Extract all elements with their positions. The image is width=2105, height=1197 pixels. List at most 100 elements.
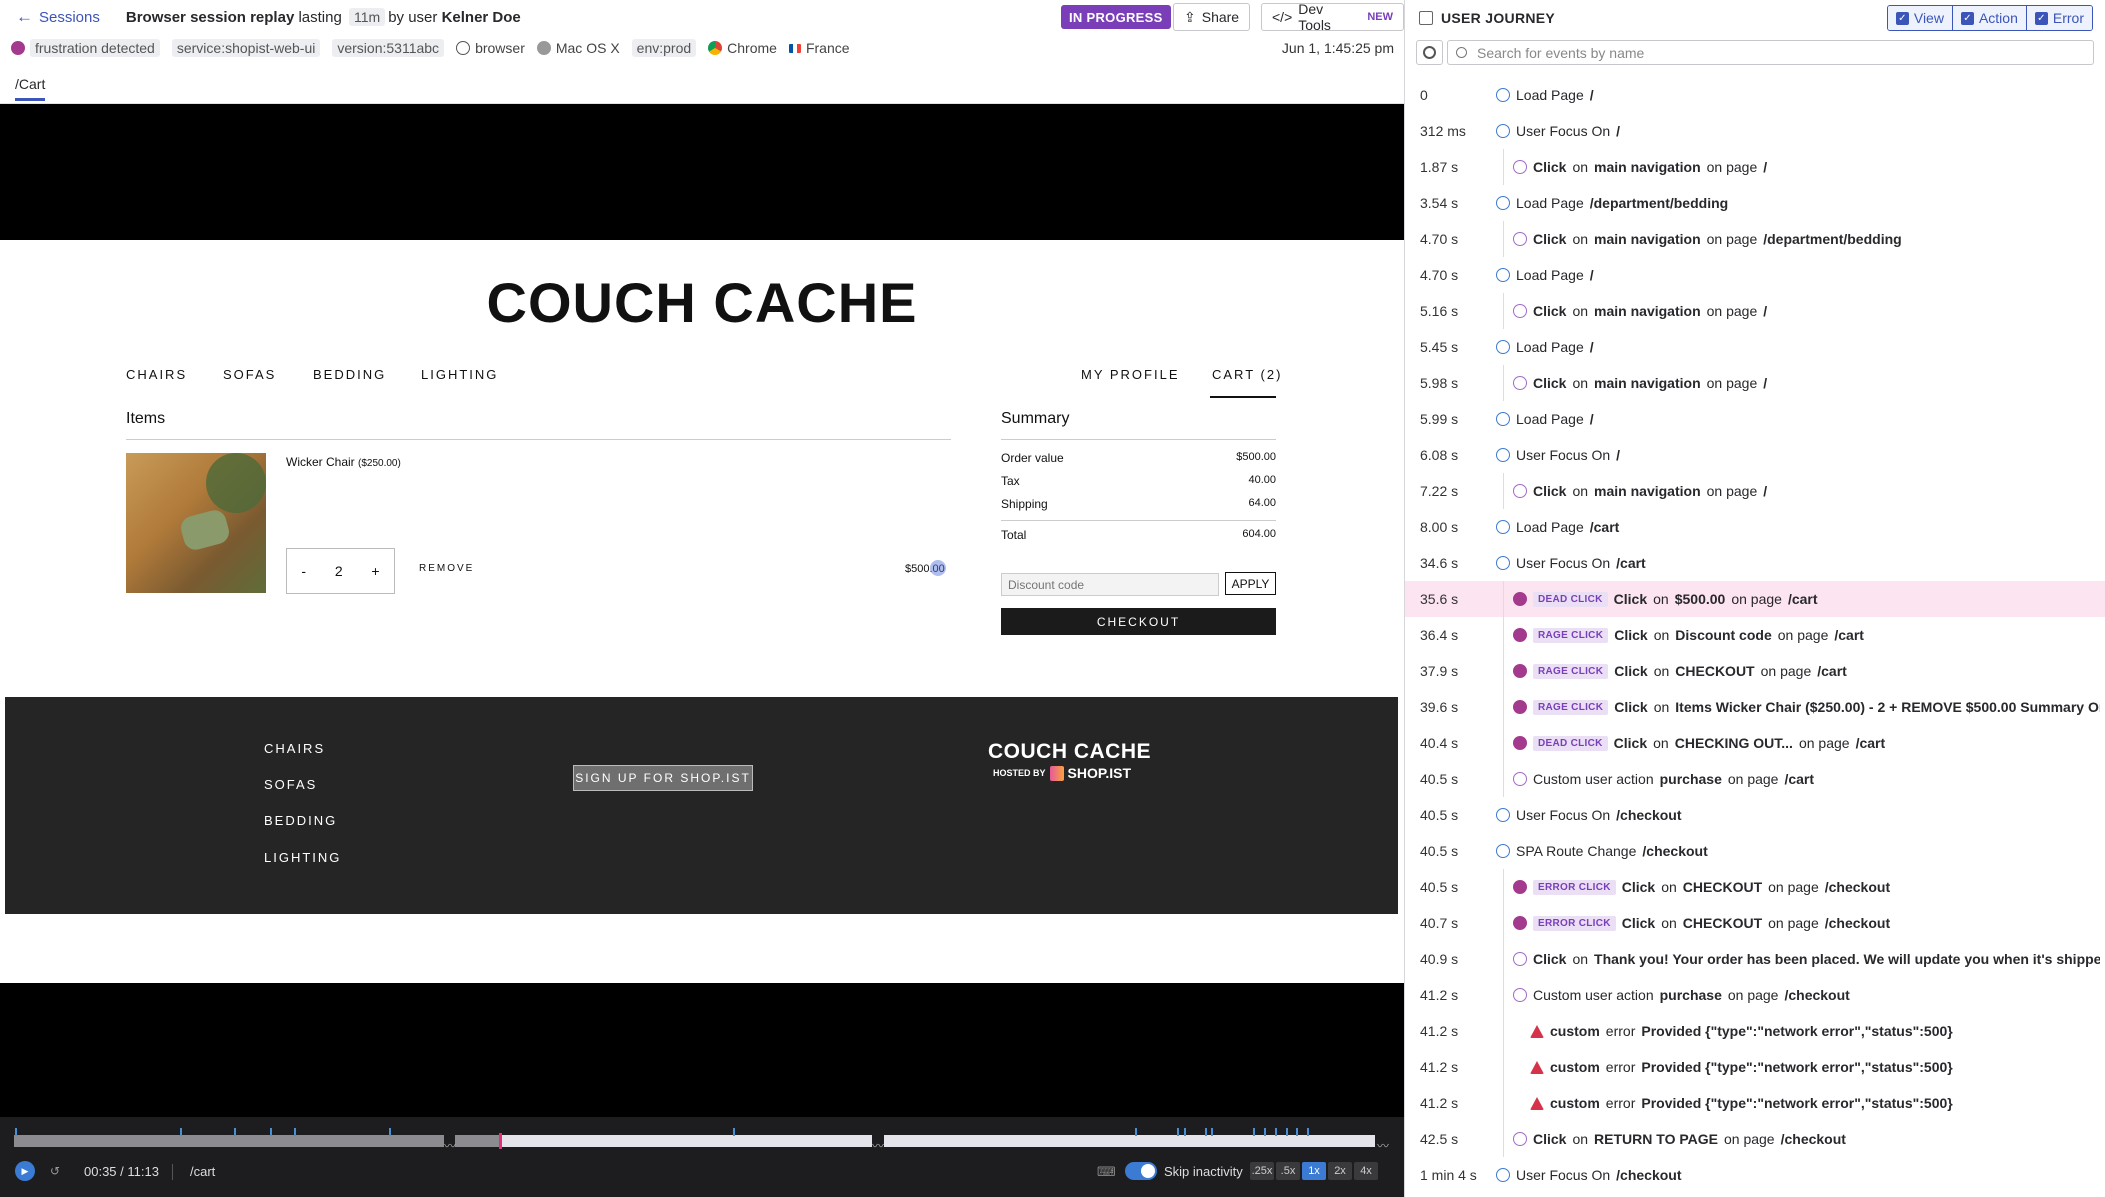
back-to-sessions-link[interactable]: ← Sessions [16, 7, 100, 27]
journey-event[interactable]: 40.5 s SPA Route Change/checkout [1405, 833, 2105, 869]
journey-event[interactable]: 41.2 s Custom user action purchase on page /… [1405, 977, 2105, 1013]
shop-nav-lighting[interactable]: LIGHTING [421, 367, 498, 382]
journey-event[interactable]: 40.5 s Custom user action purchase on page /… [1405, 761, 2105, 797]
journey-event[interactable]: 40.5 s ERROR CLICK Click on CHECKOUT on page /… [1405, 869, 2105, 905]
tag-service[interactable]: service:shopist-web-ui [171, 39, 321, 57]
timeline-event-tick[interactable] [180, 1128, 182, 1136]
keyboard-icon[interactable]: ⌨ [1097, 1164, 1116, 1180]
journey-event[interactable]: 41.2 s custom error Provided {"type":"netwo… [1405, 1049, 2105, 1085]
timeline-event-tick[interactable] [1286, 1128, 1288, 1136]
journey-event[interactable]: 3.54 s Load Page/department/bedding [1405, 185, 2105, 221]
tag-os[interactable]: Mac OS X [536, 40, 620, 56]
journey-event[interactable]: 39.6 s RAGE CLICK Click on Items Wicker Chai… [1405, 689, 2105, 725]
journey-event[interactable]: 40.5 s User Focus On/checkout [1405, 797, 2105, 833]
speed-2x[interactable]: 2x [1328, 1162, 1352, 1180]
checkout-button[interactable]: CHECKOUT [1001, 608, 1276, 635]
timeline-event-tick[interactable] [1264, 1128, 1266, 1136]
shop-nav-profile[interactable]: MY PROFILE [1081, 367, 1180, 382]
journey-event[interactable]: 7.22 s Click on main navigation on page / [1405, 473, 2105, 509]
shop-nav-sofas[interactable]: SOFAS [223, 367, 276, 382]
qty-plus-button[interactable]: + [371, 563, 379, 579]
tag-chrome[interactable]: Chrome [708, 40, 777, 56]
timeline-event-tick[interactable] [389, 1128, 391, 1136]
journey-event[interactable]: 4.70 s Click on main navigation on page/depa… [1405, 221, 2105, 257]
journey-event[interactable]: 41.2 s custom error Provided {"type":"netwo… [1405, 1013, 2105, 1049]
timeline-event-tick[interactable] [1184, 1128, 1186, 1136]
tag-env[interactable]: env:prod [631, 39, 697, 57]
tag-country[interactable]: France [788, 40, 850, 56]
event-search[interactable]: Search for events by name [1447, 40, 2094, 65]
footer-nav-chairs[interactable]: CHAIRS [264, 741, 325, 756]
timeline-event-tick[interactable] [1177, 1128, 1179, 1136]
journey-event[interactable]: 0 Load Page / [1405, 77, 2105, 113]
timeline-remaining-segment[interactable] [884, 1135, 1375, 1147]
qty-minus-button[interactable]: - [301, 563, 306, 579]
journey-event[interactable]: 5.98 s Click on main navigation on page / [1405, 365, 2105, 401]
playhead[interactable] [499, 1133, 502, 1149]
shop-nav-chairs[interactable]: CHAIRS [126, 367, 187, 382]
timeline-played-segment[interactable] [455, 1135, 500, 1147]
timeline-event-tick[interactable] [1296, 1128, 1298, 1136]
play-button[interactable]: ▶ [15, 1161, 35, 1181]
panel-collapse-icon[interactable] [1419, 11, 1433, 25]
filter-view[interactable]: ✓ View [1887, 6, 1953, 30]
apply-button[interactable]: APPLY [1225, 572, 1276, 595]
signup-button[interactable]: SIGN UP FOR SHOP.IST [573, 765, 753, 791]
journey-event[interactable]: 40.4 s DEAD CLICK Click on CHECKING OUT... on… [1405, 725, 2105, 761]
journey-event[interactable]: 1.87 s Click on main navigation on page / [1405, 149, 2105, 185]
speed-4x[interactable]: 4x [1354, 1162, 1378, 1180]
dev-tools-button[interactable]: </> Dev Tools NEW [1261, 1, 1404, 33]
timeline-played[interactable] [14, 1135, 444, 1147]
journey-event[interactable]: 5.99 s Load Page / [1405, 401, 2105, 437]
journey-event[interactable]: 36.4 s RAGE CLICK Click on Discount code on p… [1405, 617, 2105, 653]
skip-inactivity-toggle[interactable] [1125, 1162, 1157, 1180]
journey-event[interactable]: 40.9 s Click on Thank you! Your order has b… [1405, 941, 2105, 977]
timeline-remaining[interactable] [500, 1135, 872, 1147]
footer-nav-lighting[interactable]: LIGHTING [264, 850, 341, 865]
speed-05x[interactable]: .5x [1276, 1162, 1300, 1180]
timeline-event-tick[interactable] [294, 1128, 296, 1136]
timeline-event-tick[interactable] [15, 1128, 17, 1136]
timeline-event-tick[interactable] [1135, 1128, 1137, 1136]
journey-event[interactable]: 42.5 s Click on RETURN TO PAGE on page/check… [1405, 1121, 2105, 1157]
journey-event[interactable]: 8.00 s Load Page/cart [1405, 509, 2105, 545]
timeline-event-tick[interactable] [733, 1128, 735, 1136]
timeline-event-tick[interactable] [234, 1128, 236, 1136]
remove-button[interactable]: REMOVE [419, 563, 474, 574]
tag-frustration[interactable]: frustration detected [11, 39, 160, 57]
rewind-icon[interactable]: ↺ [50, 1164, 60, 1178]
journey-event[interactable]: 5.16 s Click on main navigation on page / [1405, 293, 2105, 329]
shop-nav-bedding[interactable]: BEDDING [313, 367, 386, 382]
timeline-event-tick[interactable] [1253, 1128, 1255, 1136]
speed-025x[interactable]: .25x [1250, 1162, 1274, 1180]
time-toggle-button[interactable] [1416, 40, 1443, 65]
timeline-event-tick[interactable] [1307, 1128, 1309, 1136]
footer-nav-bedding[interactable]: BEDDING [264, 813, 337, 828]
filter-action[interactable]: ✓ Action [1952, 6, 2027, 30]
filter-error[interactable]: ✓ Error [2026, 6, 2092, 30]
footer-nav-sofas[interactable]: SOFAS [264, 777, 317, 792]
tab-cart[interactable]: /Cart [15, 76, 46, 101]
journey-event[interactable]: 6.08 s User Focus On / [1405, 437, 2105, 473]
journey-event[interactable]: 5.45 s Load Page / [1405, 329, 2105, 365]
journey-event[interactable]: 41.2 s custom error Provided {"type":"netwo… [1405, 1085, 2105, 1121]
journey-event[interactable]: 312 ms User Focus On / [1405, 113, 2105, 149]
timeline-event-tick[interactable] [1211, 1128, 1213, 1136]
journey-event[interactable]: 40.7 s ERROR CLICK Click on CHECKOUT on page /… [1405, 905, 2105, 941]
journey-event[interactable]: 34.6 s User Focus On/cart [1405, 545, 2105, 581]
items-heading: Items [126, 410, 166, 427]
discount-code-input[interactable] [1001, 573, 1219, 596]
timeline-event-tick[interactable] [270, 1128, 272, 1136]
tag-version[interactable]: version:5311abc [332, 39, 445, 57]
tag-browser[interactable]: browser [456, 40, 525, 56]
journey-event[interactable]: 35.6 s DEAD CLICK Click on $500.00 on page/ca… [1405, 581, 2105, 617]
timeline-event-tick[interactable] [1275, 1128, 1277, 1136]
timeline-event-tick[interactable] [1205, 1128, 1207, 1136]
share-button[interactable]: ⇪ Share [1173, 3, 1251, 31]
speed-1x[interactable]: 1x [1302, 1162, 1326, 1180]
shop-nav-cart[interactable]: CART (2) [1212, 367, 1282, 382]
journey-event[interactable]: 37.9 s RAGE CLICK Click on CHECKOUT on page/c… [1405, 653, 2105, 689]
journey-event[interactable]: 1 min 4 s User Focus On/checkout [1405, 1157, 2105, 1193]
event-target: purchase [1659, 771, 1722, 787]
journey-event[interactable]: 4.70 s Load Page / [1405, 257, 2105, 293]
